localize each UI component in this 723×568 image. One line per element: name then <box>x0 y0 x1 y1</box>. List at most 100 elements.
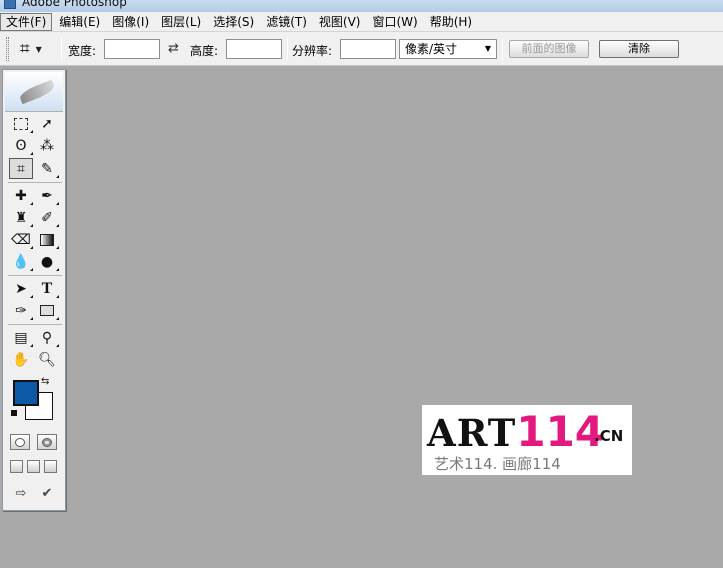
feather-logo-icon <box>18 79 56 105</box>
slice-tool[interactable]: ✎ <box>35 158 59 179</box>
separator <box>61 38 62 60</box>
height-label: 高度: <box>190 44 219 58</box>
lasso-tool[interactable]: ʘ <box>9 135 33 156</box>
bandage-icon: ✚ <box>15 187 27 204</box>
menu-window[interactable]: 窗口(W) <box>367 13 422 31</box>
resolution-unit-select[interactable]: 像素/英寸 ▼ <box>399 39 497 59</box>
rectangle-icon <box>40 305 54 316</box>
separator <box>502 38 503 60</box>
menu-image[interactable]: 图像(I) <box>107 13 154 31</box>
history-brush-tool[interactable]: ✐ <box>35 207 59 228</box>
logo-wordmark: ART114 <box>427 407 604 456</box>
blur-tool[interactable]: 💧 <box>9 251 33 272</box>
move-tool[interactable]: ➚ <box>35 113 59 134</box>
chevron-down-icon: ▼ <box>484 44 491 53</box>
quick-mask-icon <box>42 437 52 447</box>
foreground-color-swatch[interactable] <box>13 380 39 406</box>
eyedropper-tool[interactable]: ⚲ <box>35 327 59 348</box>
menu-file[interactable]: 文件(F) <box>0 12 53 31</box>
notes-tool[interactable]: ▤ <box>9 327 33 348</box>
quick-mask-mode-button[interactable] <box>37 434 57 450</box>
imageready-icon: ⇨ <box>15 485 27 501</box>
toolbox-header[interactable] <box>5 72 63 112</box>
marquee-tool[interactable] <box>9 113 33 134</box>
title-bar: Adobe Photoshop <box>0 0 723 12</box>
standard-mode-icon <box>15 437 25 447</box>
logo-art-text: ART <box>427 411 517 455</box>
shape-tool[interactable] <box>35 300 59 321</box>
default-colors-icon[interactable] <box>11 410 17 416</box>
toolbox-separator <box>8 324 62 325</box>
gradient-icon <box>40 233 54 246</box>
options-bar-grip[interactable] <box>6 37 9 61</box>
jump-to-imageready-button[interactable]: ⇨ <box>9 484 33 502</box>
width-input[interactable] <box>104 39 160 59</box>
logo-number-text: 114 <box>516 407 605 456</box>
separator <box>287 38 288 60</box>
stamp-icon: ♜ <box>14 209 28 226</box>
standard-mode-button[interactable] <box>10 434 30 450</box>
menu-bar: 文件(F) 编辑(E) 图像(I) 图层(L) 选择(S) 滤镜(T) 视图(V… <box>0 12 723 32</box>
tool-preset-picker[interactable]: ⌗ ▼ <box>20 39 56 59</box>
toolbox: ➚ ʘ ⁂ ⌗ ✎ ✚ ✒ ♜ ✐ ⌫ 💧 ● ➤ T ✑ ▤ ⚲ ✋ 🔍︎ ⇆… <box>2 69 66 511</box>
logo-domain-text: .CN <box>594 427 624 445</box>
type-tool[interactable]: T <box>35 278 59 299</box>
photoshop-app-icon <box>4 0 16 9</box>
brush-tool[interactable]: ✒ <box>35 185 59 206</box>
move-icon: ➚ <box>41 115 53 132</box>
crop-tool[interactable]: ⌗ <box>9 158 33 179</box>
path-selection-tool[interactable]: ➤ <box>9 278 33 299</box>
chevron-down-icon: ▼ <box>35 44 42 54</box>
menu-help[interactable]: 帮助(H) <box>425 13 477 31</box>
pen-nib-icon: ✑ <box>15 302 27 319</box>
full-screen-mode-button[interactable] <box>44 460 57 473</box>
clone-stamp-tool[interactable]: ♜ <box>9 207 33 228</box>
hand-tool[interactable]: ✋ <box>9 349 33 370</box>
gradient-tool[interactable] <box>35 229 59 250</box>
toolbox-separator <box>8 275 62 276</box>
dodge-icon: ● <box>40 253 54 270</box>
zoom-tool[interactable]: 🔍︎ <box>35 349 59 370</box>
crop-icon: ⌗ <box>17 160 25 177</box>
toolbox-separator <box>8 182 62 183</box>
healing-brush-tool[interactable]: ✚ <box>9 185 33 206</box>
eraser-tool[interactable]: ⌫ <box>9 229 33 250</box>
crop-icon: ⌗ <box>20 39 30 59</box>
menu-layer[interactable]: 图层(L) <box>156 13 206 31</box>
clear-button[interactable]: 清除 <box>599 40 679 58</box>
magnifier-icon: 🔍︎ <box>38 351 56 368</box>
menu-view[interactable]: 视图(V) <box>314 13 366 31</box>
commit-icon-button[interactable]: ✔ <box>35 484 59 502</box>
arrow-pointer-icon: ➤ <box>15 280 27 297</box>
menu-filter[interactable]: 滤镜(T) <box>261 13 312 31</box>
magic-wand-tool[interactable]: ⁂ <box>35 135 59 156</box>
eyedropper-icon: ⚲ <box>41 329 53 346</box>
checkmark-icon: ✔ <box>41 485 53 501</box>
resolution-input[interactable] <box>340 39 396 59</box>
resolution-unit-value: 像素/英寸 <box>405 42 458 56</box>
type-t-icon: T <box>41 279 53 297</box>
window-title: Adobe Photoshop <box>22 0 127 9</box>
height-input[interactable] <box>226 39 282 59</box>
swap-colors-icon[interactable]: ⇆ <box>41 376 49 387</box>
lasso-icon: ʘ <box>15 137 27 154</box>
history-brush-icon: ✐ <box>41 209 53 226</box>
resolution-label: 分辨率: <box>292 44 333 58</box>
note-icon: ▤ <box>14 329 28 346</box>
hand-icon: ✋ <box>12 351 30 368</box>
pen-tool[interactable]: ✑ <box>9 300 33 321</box>
width-label: 宽度: <box>68 44 97 58</box>
menu-select[interactable]: 选择(S) <box>208 13 259 31</box>
swap-arrows-icon[interactable]: ⇄ <box>168 41 179 56</box>
eraser-icon: ⌫ <box>11 231 31 248</box>
water-drop-icon: 💧 <box>12 253 30 270</box>
menu-edit[interactable]: 编辑(E) <box>54 13 105 31</box>
options-bar: ⌗ ▼ 宽度: ⇄ 高度: 分辨率: 像素/英寸 ▼ 前面的图像 清除 <box>0 32 723 66</box>
brush-icon: ✒ <box>41 187 53 204</box>
dodge-tool[interactable]: ● <box>35 251 59 272</box>
art114-watermark-logo: ART114 .CN 艺术114. 画廊114 <box>422 405 632 475</box>
full-screen-menu-mode-button[interactable] <box>27 460 40 473</box>
front-image-button[interactable]: 前面的图像 <box>509 40 589 58</box>
standard-screen-mode-button[interactable] <box>10 460 23 473</box>
marquee-icon <box>14 117 28 130</box>
